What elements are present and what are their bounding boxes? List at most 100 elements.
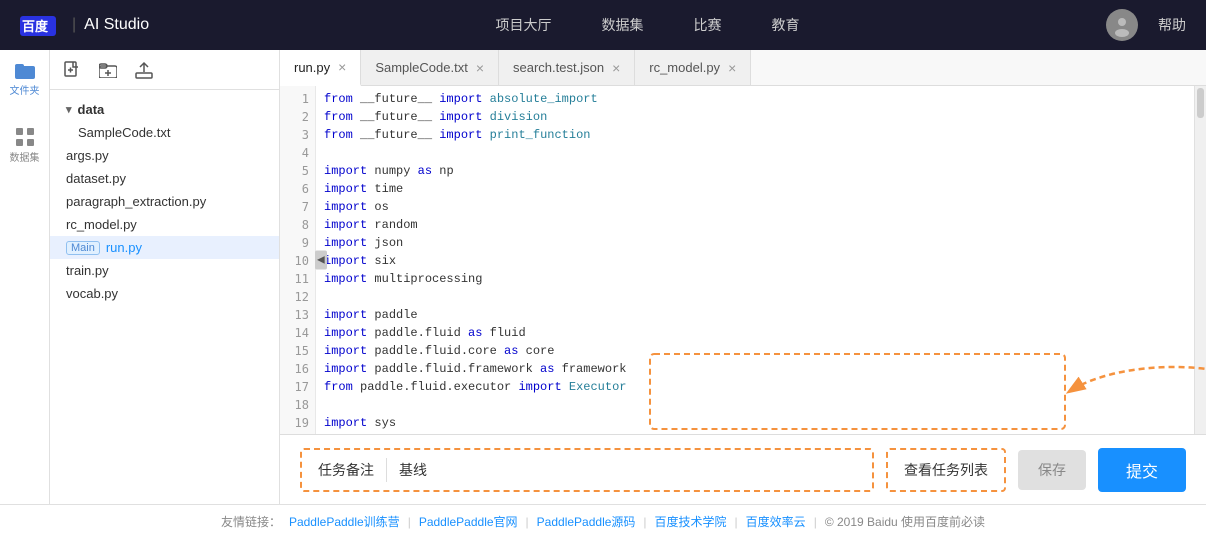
table-row: import paddle [324, 306, 1186, 324]
code-token: paddle [367, 306, 417, 324]
table-row: import paddle.fluid.core as core [324, 342, 1186, 360]
footer-sep: | [814, 515, 817, 529]
list-item[interactable]: vocab.py [50, 282, 279, 305]
new-file-button[interactable] [60, 58, 84, 82]
line-number: 9 [280, 234, 309, 252]
footer-link-2[interactable]: PaddlePaddle源码 [537, 513, 636, 530]
save-button[interactable]: 保存 [1018, 450, 1086, 490]
footer-link-4[interactable]: 百度效率云 [746, 513, 806, 530]
avatar[interactable] [1106, 9, 1138, 41]
line-number: 3 [280, 126, 309, 144]
folder-data[interactable]: ▾ data [50, 98, 279, 121]
line-number: 19 [280, 414, 309, 432]
file-name: vocab.py [66, 286, 118, 301]
list-item[interactable]: dataset.py [50, 167, 279, 190]
code-token: as [504, 342, 518, 360]
expand-arrow: ▾ [66, 103, 72, 116]
code-token: json [367, 234, 403, 252]
file-name: rc_model.py [66, 217, 137, 232]
code-token: as [540, 360, 554, 378]
tab-run-py[interactable]: run.py × [280, 50, 361, 86]
help-link[interactable]: 帮助 [1158, 15, 1186, 35]
code-token: __future__ [353, 126, 439, 144]
table-row: from paddle.fluid.executor import Execut… [324, 378, 1186, 396]
sidebar-item-datasets[interactable]: 数据集 [10, 127, 40, 164]
code-token: import [439, 126, 482, 144]
tab-close-run-py[interactable]: × [338, 60, 346, 74]
line-number: 14 [280, 324, 309, 342]
code-token: import [439, 108, 482, 126]
line-number: 12 [280, 288, 309, 306]
line-number: 15 [280, 342, 309, 360]
tab-label: search.test.json [513, 60, 604, 75]
code-token: six [367, 252, 396, 270]
code-token: as [468, 324, 482, 342]
code-token: import [324, 234, 367, 252]
table-row: from __future__ import absolute_import [324, 90, 1186, 108]
bottom-bar: 任务备注 基线 查看任务列表 保存 提交 [280, 434, 1206, 504]
tab-label: SampleCode.txt [375, 60, 468, 75]
line-number: 11 [280, 270, 309, 288]
logo-ai-studio: AI Studio [84, 16, 149, 34]
line-number: 17 [280, 378, 309, 396]
code-token: from [324, 378, 353, 396]
nav-competitions[interactable]: 比赛 [694, 15, 722, 35]
table-row: import multiprocessing [324, 270, 1186, 288]
footer-link-0[interactable]: PaddlePaddle训练营 [289, 513, 400, 530]
list-item[interactable]: SampleCode.txt [50, 121, 279, 144]
tab-rc-model[interactable]: rc_model.py × [635, 50, 751, 85]
collapse-panel-arrow[interactable]: ◀ [315, 251, 327, 270]
editor-scrollbar[interactable] [1194, 86, 1206, 434]
list-item[interactable]: args.py [50, 144, 279, 167]
tab-search-test[interactable]: search.test.json × [499, 50, 635, 85]
tab-close-search[interactable]: × [612, 61, 620, 75]
editor-tabs: run.py × SampleCode.txt × search.test.js… [280, 50, 1206, 86]
file-name: dataset.py [66, 171, 126, 186]
sidebar-item-files[interactable]: 文件夹 [10, 60, 40, 97]
code-token: import [324, 360, 367, 378]
code-content[interactable]: from __future__ import absolute_importfr… [316, 86, 1194, 434]
view-tasks-button[interactable]: 查看任务列表 [886, 448, 1006, 492]
list-item-run[interactable]: Main run.py [50, 236, 279, 259]
folder-name: data [78, 102, 105, 117]
list-item[interactable]: paragraph_extraction.py [50, 190, 279, 213]
code-token: import [324, 216, 367, 234]
footer-prefix: 友情链接： [221, 513, 281, 530]
code-token: core [518, 342, 554, 360]
code-token: import [439, 90, 482, 108]
nav-datasets[interactable]: 数据集 [602, 15, 644, 35]
footer-link-1[interactable]: PaddlePaddle官网 [419, 513, 518, 530]
code-token: import [324, 414, 367, 432]
code-token: import [324, 162, 367, 180]
tab-close-rc-model[interactable]: × [728, 61, 736, 75]
code-token: paddle.fluid.framework [367, 360, 540, 378]
new-folder-button[interactable] [96, 58, 120, 82]
list-item[interactable]: rc_model.py [50, 213, 279, 236]
footer: 友情链接： PaddlePaddle训练营 | PaddlePaddle官网 |… [0, 504, 1206, 538]
line-number: 16 [280, 360, 309, 378]
line-number: 18 [280, 396, 309, 414]
code-token: import [518, 378, 561, 396]
list-item[interactable]: train.py [50, 259, 279, 282]
code-token: import [324, 252, 367, 270]
code-token: paddle.fluid.core [367, 342, 504, 360]
submit-button[interactable]: 提交 [1098, 448, 1186, 492]
code-token: print_function [482, 126, 590, 144]
table-row: import os [324, 198, 1186, 216]
table-row: import six [324, 252, 1186, 270]
table-row: import time [324, 180, 1186, 198]
tab-samplecode[interactable]: SampleCode.txt × [361, 50, 499, 85]
nav-projects[interactable]: 项目大厅 [496, 15, 552, 35]
task-input[interactable] [435, 462, 864, 478]
upload-button[interactable] [132, 58, 156, 82]
table-row [324, 288, 1186, 306]
tab-close-samplecode[interactable]: × [476, 61, 484, 75]
file-toolbar [50, 50, 279, 90]
code-editor: ◀ 12345678910111213141516171819202122232… [280, 86, 1206, 434]
line-number: 10 [280, 252, 309, 270]
footer-link-3[interactable]: 百度技术学院 [655, 513, 727, 530]
line-number: 6 [280, 180, 309, 198]
footer-sep: | [526, 515, 529, 529]
nav-right: 帮助 [1106, 9, 1186, 41]
nav-education[interactable]: 教育 [772, 15, 800, 35]
